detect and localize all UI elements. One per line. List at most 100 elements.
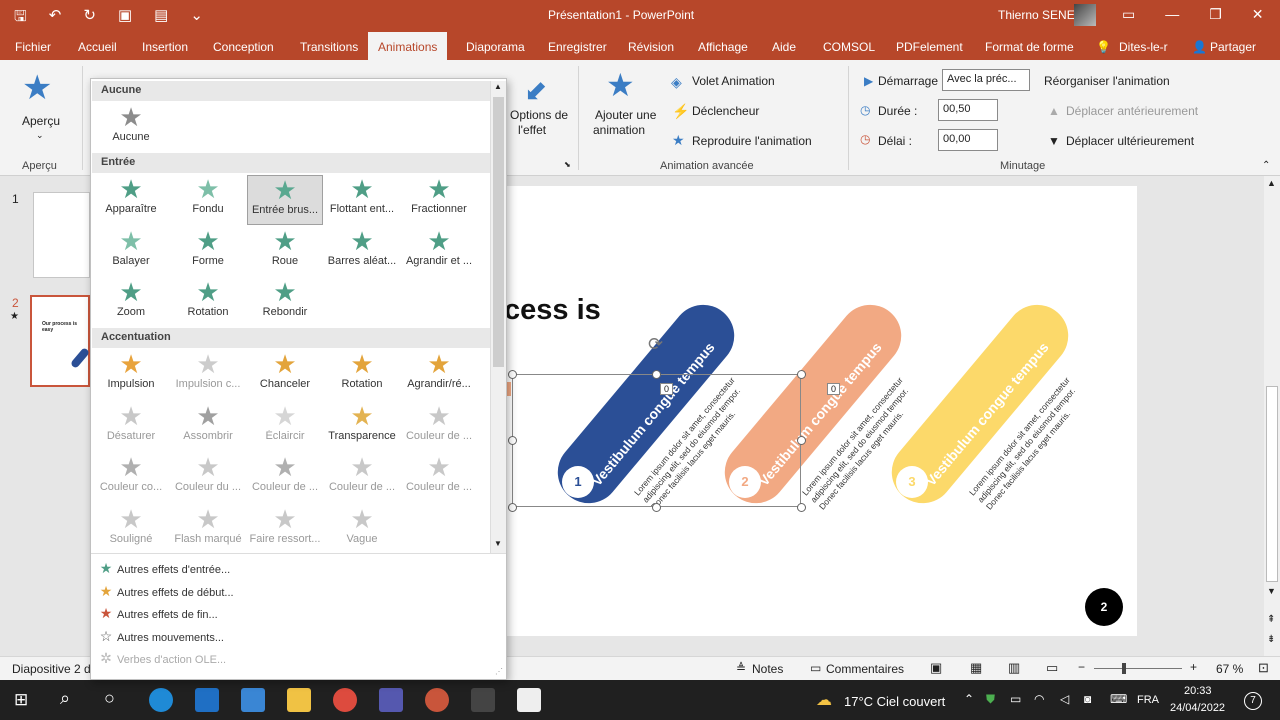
vertical-scrollbar[interactable]: ▲ ▼ ⇞ ⇟: [1264, 176, 1280, 656]
apercu-button[interactable]: Aperçu: [22, 114, 60, 128]
maximize-icon[interactable]: ❐: [1209, 6, 1222, 23]
tab-pdfelement[interactable]: PDFelement: [896, 40, 963, 54]
resize-handle[interactable]: [508, 503, 517, 512]
entree-effect[interactable]: ★ Roue: [247, 227, 323, 277]
share-button[interactable]: Partager: [1210, 40, 1256, 54]
minimize-icon[interactable]: —: [1165, 6, 1179, 23]
scroll-down-icon[interactable]: ▼: [494, 539, 502, 548]
task-view-icon[interactable]: ○: [104, 688, 115, 709]
user-name[interactable]: Thierno SENE: [998, 8, 1075, 22]
deplacer-ulterieurement-button[interactable]: Déplacer ultérieurement: [1066, 134, 1194, 148]
tab-diaporama[interactable]: Diaporama: [466, 40, 525, 54]
comments-button[interactable]: Commentaires: [826, 662, 904, 676]
resize-handle[interactable]: [797, 503, 806, 512]
resize-handle[interactable]: [652, 370, 661, 379]
entree-effect[interactable]: ★ Apparaître: [93, 175, 169, 225]
keyboard-icon[interactable]: ⌨: [1110, 692, 1127, 706]
clock-time[interactable]: 20:33: [1184, 685, 1212, 697]
camera-icon[interactable]: ◙: [1084, 692, 1091, 706]
entree-effect[interactable]: ★ Fractionner: [401, 175, 477, 225]
tab-accueil[interactable]: Accueil: [78, 40, 117, 54]
tab-affichage[interactable]: Affichage: [698, 40, 748, 54]
scroll-up-icon[interactable]: ▲: [1267, 178, 1276, 188]
preview-star-icon[interactable]: ★: [22, 68, 52, 108]
wifi-icon[interactable]: ◠: [1034, 692, 1044, 706]
accentuation-effect[interactable]: ★ Transparence: [324, 402, 400, 452]
clock-date[interactable]: 24/04/2022: [1170, 702, 1225, 714]
tab-revision[interactable]: Révision: [628, 40, 674, 54]
demarrage-select[interactable]: Avec la préc...: [942, 69, 1030, 91]
close-icon[interactable]: ✕: [1252, 6, 1264, 23]
slide-thumbnail-1[interactable]: [33, 192, 90, 278]
aucune-effect[interactable]: ★ Aucune: [93, 103, 169, 153]
options-effet-line2[interactable]: l'effet: [518, 123, 546, 137]
tab-transitions[interactable]: Transitions: [300, 40, 358, 54]
duree-stepper[interactable]: 00,50: [938, 99, 998, 121]
more-exit-effects[interactable]: ★ Autres effets de fin...: [95, 605, 218, 622]
tab-aide[interactable]: Aide: [772, 40, 796, 54]
windows-start-icon[interactable]: ⊞: [14, 690, 28, 710]
tab-comsol[interactable]: COMSOL: [823, 40, 875, 54]
entree-effect[interactable]: ★ Forme: [170, 227, 246, 277]
notes-button[interactable]: Notes: [752, 662, 783, 676]
resize-handle[interactable]: [508, 436, 517, 445]
layout-icon[interactable]: ▤: [154, 6, 168, 31]
search-icon[interactable]: ⌕: [60, 688, 70, 709]
normal-view-icon[interactable]: ▣: [930, 660, 942, 676]
language-indicator[interactable]: FRA: [1137, 694, 1159, 706]
options-effet-line1[interactable]: Options de: [510, 108, 568, 122]
ribbon-display-icon[interactable]: ▭: [1122, 6, 1135, 23]
slide-title[interactable]: cess is: [504, 294, 601, 327]
redo-icon[interactable]: ↻: [83, 6, 96, 31]
scroll-down-icon[interactable]: ▼: [1267, 586, 1276, 596]
avatar[interactable]: [1074, 4, 1096, 26]
prev-slide-icon[interactable]: ⇞: [1267, 614, 1275, 625]
entree-effect[interactable]: ★ Rebondir: [247, 278, 323, 328]
resize-handle[interactable]: [652, 503, 661, 512]
tab-conception[interactable]: Conception: [213, 40, 274, 54]
undo-icon[interactable]: ↶: [49, 6, 62, 31]
entree-effect[interactable]: ★ Barres aléat...: [324, 227, 400, 277]
zoom-slider-thumb[interactable]: [1122, 663, 1126, 674]
volume-icon[interactable]: ◁: [1060, 692, 1069, 706]
accentuation-effect[interactable]: ★ Agrandir/ré...: [401, 350, 477, 400]
edge-icon[interactable]: [149, 688, 173, 712]
reading-view-icon[interactable]: ▥: [1008, 660, 1020, 676]
accentuation-effect[interactable]: ★ Impulsion: [93, 350, 169, 400]
next-slide-icon[interactable]: ⇟: [1267, 634, 1275, 645]
scroll-thumb[interactable]: [493, 97, 504, 367]
delai-stepper[interactable]: 00,00: [938, 129, 998, 151]
resize-handle[interactable]: [797, 370, 806, 379]
mail-icon[interactable]: [195, 688, 219, 712]
slideshow-icon[interactable]: ▭: [1046, 660, 1058, 676]
recorder-icon[interactable]: [471, 688, 495, 712]
dialog-launcher-icon[interactable]: ⬊: [564, 160, 571, 169]
teams-icon[interactable]: [379, 688, 403, 712]
resize-grip-icon[interactable]: ⋰: [495, 667, 503, 676]
customize-qat-icon[interactable]: ⌄: [190, 6, 203, 31]
more-emphasis-effects[interactable]: ★ Autres effets de début...: [95, 583, 234, 600]
selection-box[interactable]: [512, 374, 801, 507]
tell-me-search[interactable]: Dites-le-r: [1119, 40, 1168, 54]
slide-sorter-icon[interactable]: ▦: [970, 660, 982, 676]
chevron-down-icon[interactable]: ⌄: [36, 130, 44, 141]
collapse-ribbon-icon[interactable]: ⌃: [1262, 160, 1270, 171]
save-icon[interactable]: 🖫: [14, 6, 27, 31]
tab-enregistrer[interactable]: Enregistrer: [548, 40, 607, 54]
resize-handle[interactable]: [508, 370, 517, 379]
zoom-in-icon[interactable]: +: [1190, 660, 1197, 674]
zoom-level[interactable]: 67 %: [1216, 662, 1243, 676]
deplacer-anterieurement-button[interactable]: Déplacer antérieurement: [1066, 104, 1198, 118]
accentuation-effect[interactable]: ★ Chanceler: [247, 350, 323, 400]
zoom-slider[interactable]: [1094, 668, 1182, 669]
security-icon[interactable]: ⛊: [986, 692, 995, 707]
store-icon[interactable]: [241, 688, 265, 712]
fit-to-window-icon[interactable]: ⊡: [1258, 660, 1269, 676]
ajouter-line1[interactable]: Ajouter une: [595, 108, 656, 122]
entree-effect[interactable]: ★ Balayer: [93, 227, 169, 277]
tab-animations[interactable]: Animations: [368, 32, 448, 60]
entree-effect[interactable]: ★ Fondu: [170, 175, 246, 225]
tab-insertion[interactable]: Insertion: [142, 40, 188, 54]
present-icon[interactable]: ▣: [118, 6, 132, 31]
battery-icon[interactable]: ▭: [1010, 692, 1021, 706]
